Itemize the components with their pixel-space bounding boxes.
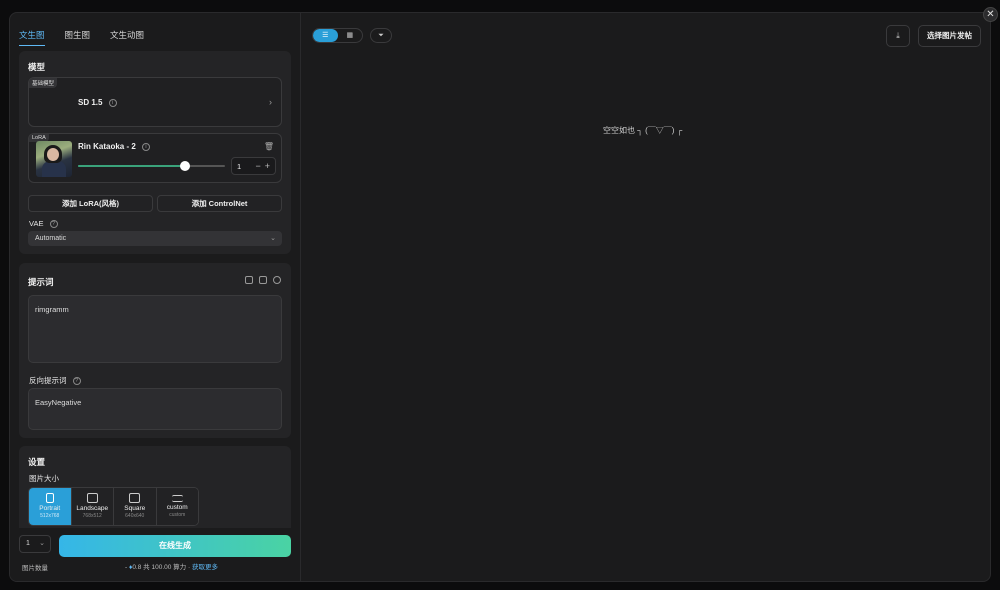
size-name: Landscape: [76, 505, 109, 512]
lora-weight-value: 1: [237, 161, 242, 171]
size-option-landscape[interactable]: Landscape 768x512: [71, 488, 114, 525]
view-toggle: ☰ ▦: [312, 28, 363, 43]
portrait-icon: [45, 493, 54, 503]
base-model-tag: 基础模型: [29, 78, 58, 88]
tab-image-to-image[interactable]: 图生图: [65, 29, 91, 46]
size-dims: custom: [169, 512, 186, 518]
download-icon[interactable]: ⤓: [886, 25, 910, 47]
lora-name-row: Rin Kataoka - 2 i: [78, 142, 151, 151]
left-panel: 文生图 图生图 文生动图 模型 基础模型 SD 1.5 i › LoRA Rin…: [10, 13, 300, 581]
size-dims: 640x640: [125, 513, 145, 519]
generate-button[interactable]: 在线生成: [59, 535, 291, 557]
panel-divider: [300, 13, 301, 581]
chevron-down-icon: ⌄: [39, 540, 45, 547]
chevron-right-icon: ›: [269, 97, 272, 107]
sliders-icon: [171, 495, 183, 502]
lora-item: LoRA Rin Kataoka - 2 i 🗑 1 − +: [28, 133, 282, 183]
model-name-row: SD 1.5 i: [78, 98, 117, 107]
tab-text-to-animation[interactable]: 文生动图: [110, 29, 144, 46]
base-model-selector[interactable]: 基础模型 SD 1.5 i ›: [28, 77, 282, 127]
help-icon[interactable]: ?: [72, 377, 81, 386]
size-name: Square: [124, 505, 146, 512]
image-icon[interactable]: [245, 276, 253, 284]
minus-icon[interactable]: −: [255, 161, 260, 171]
empty-state-text: 空空如也 ┐ (￣▽￣) ┌: [603, 126, 683, 135]
vae-value: Automatic: [35, 235, 67, 242]
negative-prompt-input[interactable]: EasyNegative: [28, 388, 282, 430]
model-section-title: 模型: [28, 62, 46, 72]
negative-label-row: 反向提示词 ?: [29, 375, 81, 386]
size-name: Portrait: [39, 505, 61, 512]
dice-icon[interactable]: [273, 276, 281, 284]
generator-modal: 文生图 图生图 文生动图 模型 基础模型 SD 1.5 i › LoRA Rin…: [9, 12, 991, 582]
plus-icon[interactable]: +: [265, 161, 270, 171]
size-option-square[interactable]: Square 640x640: [114, 488, 157, 525]
view-controls: ☰ ▦ ⏷: [312, 28, 392, 43]
tab-text-to-image[interactable]: 文生图: [19, 29, 45, 46]
generate-bar: 1 ⌄ 在线生成 图片数量 - ♦0.8 共 100.00 算力 · 获取更多: [10, 528, 300, 581]
copy-icon[interactable]: [259, 276, 267, 284]
prompt-card: 提示词 rimgramm 反向提示词 ? EasyNegative: [19, 263, 291, 438]
image-size-options: Portrait 512x768 Landscape 768x512 Squar…: [28, 487, 199, 526]
image-count-select[interactable]: 1 ⌄: [19, 535, 51, 553]
vae-select[interactable]: Automatic ⌄: [28, 231, 282, 246]
info-icon[interactable]: i: [142, 142, 151, 151]
list-view-icon[interactable]: ☰: [313, 29, 338, 42]
lora-name: Rin Kataoka - 2: [78, 142, 136, 151]
model-card: 模型 基础模型 SD 1.5 i › LoRA Rin Kataoka - 2 …: [19, 51, 291, 254]
add-lora-button[interactable]: 添加 LoRA(风格): [28, 195, 153, 212]
mode-tabs: 文生图 图生图 文生动图: [19, 29, 144, 46]
size-name: custom: [166, 504, 188, 511]
vae-label-row: VAE ?: [29, 219, 58, 229]
model-name: SD 1.5: [78, 98, 103, 107]
vae-label: VAE: [29, 219, 44, 228]
lora-weight-slider[interactable]: [78, 161, 225, 171]
help-icon[interactable]: ?: [49, 220, 58, 229]
image-count-label: 图片数量: [22, 565, 48, 572]
pick-image-post-button[interactable]: 选择图片发帖: [918, 25, 981, 47]
cost-info: - ♦0.8 共 100.00 算力 · 获取更多: [125, 561, 218, 571]
add-controlnet-button[interactable]: 添加 ControlNet: [157, 195, 282, 212]
info-icon[interactable]: i: [108, 98, 117, 107]
landscape-icon: [86, 493, 98, 503]
image-count-value: 1: [26, 540, 30, 547]
negative-prompt-label: 反向提示词: [29, 376, 67, 385]
grid-view-icon[interactable]: ▦: [338, 29, 363, 42]
cost-amount: 0.8: [132, 564, 142, 571]
size-dims: 768x512: [82, 513, 102, 519]
settings-section-title: 设置: [28, 457, 46, 467]
cost-balance: 共 100.00 算力 ·: [141, 564, 192, 571]
get-more-link[interactable]: 获取更多: [192, 564, 218, 571]
size-option-portrait[interactable]: Portrait 512x768: [29, 488, 72, 525]
lora-thumbnail: [36, 141, 72, 177]
settings-card: 设置 图片大小 Portrait 512x768 Landscape 768x5…: [19, 446, 291, 536]
prompt-input[interactable]: rimgramm: [28, 295, 282, 363]
size-dims: 512x768: [40, 513, 60, 519]
lora-weight-stepper[interactable]: 1 − +: [231, 157, 276, 175]
trash-icon[interactable]: 🗑: [264, 142, 274, 151]
square-icon: [129, 493, 141, 503]
close-button[interactable]: ✕: [983, 7, 998, 22]
prompt-toolbar: [245, 276, 281, 284]
prompt-section-title: 提示词: [28, 277, 54, 287]
slider-handle[interactable]: [180, 161, 191, 171]
size-option-custom[interactable]: custom custom: [156, 488, 198, 525]
chevron-down-icon: ⌄: [270, 235, 276, 242]
filter-icon[interactable]: ⏷: [370, 28, 392, 43]
image-size-label: 图片大小: [29, 474, 59, 483]
slider-fill: [78, 165, 186, 167]
